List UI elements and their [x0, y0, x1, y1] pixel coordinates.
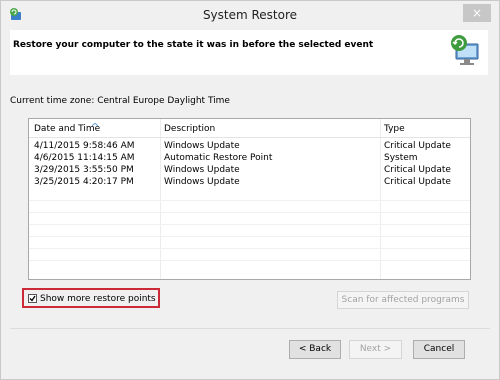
cell-date: 4/11/2015 9:58:46 AM — [34, 141, 135, 151]
cell-description: Windows Update — [164, 177, 240, 187]
back-button[interactable]: < Back — [289, 340, 341, 359]
show-more-checkbox[interactable] — [28, 294, 37, 303]
cell-description: Automatic Restore Point — [164, 153, 273, 163]
system-restore-window: System Restore × Restore your computer t… — [0, 0, 500, 380]
next-button[interactable]: Next > — [349, 340, 402, 359]
row-divider — [29, 248, 470, 249]
table-header: Date and Time Description Type — [29, 119, 470, 138]
column-header-date[interactable]: Date and Time — [34, 124, 100, 134]
sort-indicator-icon — [91, 119, 99, 127]
column-header-type[interactable]: Type — [384, 124, 405, 134]
cell-date: 4/6/2015 11:14:15 AM — [34, 153, 135, 163]
cell-date: 3/29/2015 3:55:50 PM — [34, 165, 134, 175]
header-panel: Restore your computer to the state it wa… — [10, 30, 488, 75]
cell-date: 3/25/2015 4:20:17 PM — [34, 177, 134, 187]
cell-type: System — [384, 153, 418, 163]
checkmark-icon — [29, 295, 36, 302]
table-row[interactable]: 3/29/2015 3:55:50 PM Windows Update Crit… — [29, 164, 470, 176]
timezone-label: Current time zone: Central Europe Daylig… — [10, 96, 230, 106]
row-divider — [29, 224, 470, 225]
cell-description: Windows Update — [164, 165, 240, 175]
footer-divider — [10, 328, 490, 329]
row-divider — [29, 212, 470, 213]
show-more-restore-points[interactable]: Show more restore points — [22, 288, 160, 308]
close-button[interactable]: × — [463, 4, 491, 22]
title-bar[interactable]: System Restore × — [1, 1, 499, 30]
cell-type: Critical Update — [384, 141, 451, 151]
scan-affected-programs-button[interactable]: Scan for affected programs — [337, 291, 469, 309]
table-row[interactable]: 3/25/2015 4:20:17 PM Windows Update Crit… — [29, 176, 470, 188]
restore-points-table[interactable]: Date and Time Description Type 4/11/2015… — [28, 118, 471, 280]
column-header-description[interactable]: Description — [164, 124, 215, 134]
window-title: System Restore — [202, 8, 298, 22]
show-more-label[interactable]: Show more restore points — [40, 294, 156, 304]
cell-type: Critical Update — [384, 165, 451, 175]
system-restore-icon — [448, 32, 482, 68]
cancel-button[interactable]: Cancel — [413, 340, 465, 359]
cell-description: Windows Update — [164, 141, 240, 151]
table-row[interactable]: 4/6/2015 11:14:15 AM Automatic Restore P… — [29, 152, 470, 164]
row-divider — [29, 260, 470, 261]
page-heading: Restore your computer to the state it wa… — [13, 40, 374, 50]
row-divider — [29, 200, 470, 201]
cell-type: Critical Update — [384, 177, 451, 187]
row-divider — [29, 236, 470, 237]
table-row[interactable]: 4/11/2015 9:58:46 AM Windows Update Crit… — [29, 140, 470, 152]
